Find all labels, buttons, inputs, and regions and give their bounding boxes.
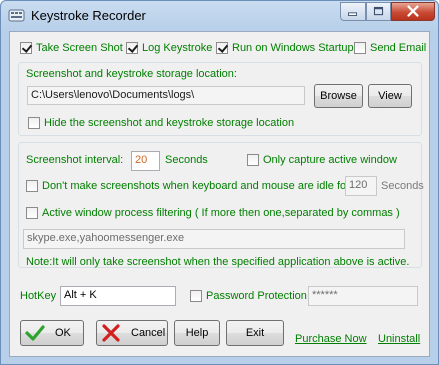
hide-location-label[interactable]: Hide the screenshot and keystroke storag… — [44, 117, 294, 129]
cancel-button-label: Cancel — [131, 327, 166, 339]
hide-location-checkbox[interactable] — [28, 117, 40, 129]
storage-path-field[interactable]: C:\Users\lenovo\Documents\logs\ — [27, 86, 305, 105]
active-window-checkbox[interactable] — [247, 154, 259, 166]
app-window: Keystroke Recorder Take Screen Shot Log … — [0, 0, 439, 365]
exit-button[interactable]: Exit — [226, 320, 284, 346]
red-x-icon — [102, 324, 120, 342]
run-on-startup-label[interactable]: Run on Windows Startup — [232, 42, 354, 54]
cancel-button[interactable]: Cancel — [96, 320, 168, 346]
storage-group: Screenshot and keystroke storage locatio… — [18, 62, 422, 136]
take-screenshot-label[interactable]: Take Screen Shot — [36, 42, 123, 54]
idle-checkbox[interactable] — [26, 180, 38, 192]
ok-button-label: OK — [55, 327, 71, 339]
password-input[interactable]: ****** — [308, 286, 418, 306]
maximize-icon — [373, 6, 384, 16]
process-filter-input[interactable]: skype.exe,yahoomessenger.exe — [23, 229, 405, 249]
send-email-label[interactable]: Send Email — [370, 42, 426, 54]
idle-seconds-label: Seconds — [381, 180, 424, 192]
browse-button[interactable]: Browse — [314, 84, 363, 108]
purchase-now-link[interactable]: Purchase Now — [295, 333, 367, 345]
storage-location-label: Screenshot and keystroke storage locatio… — [26, 68, 237, 80]
minimize-icon — [348, 12, 358, 16]
help-button[interactable]: Help — [174, 320, 220, 346]
close-button[interactable] — [391, 2, 435, 21]
idle-seconds-input[interactable]: 120 — [345, 176, 377, 196]
screenshot-interval-label: Screenshot interval: — [26, 154, 124, 166]
take-screenshot-checkbox[interactable] — [20, 42, 32, 54]
process-filter-label[interactable]: Active window process filtering ( If mor… — [42, 207, 400, 219]
filter-note: Note:It will only take screenshot when t… — [26, 256, 410, 268]
minimize-button[interactable] — [340, 2, 366, 21]
password-protection-checkbox[interactable] — [190, 290, 202, 302]
title-bar[interactable]: Keystroke Recorder — [1, 1, 438, 31]
maximize-button[interactable] — [366, 2, 391, 21]
password-protection-label[interactable]: Password Protection — [206, 290, 307, 302]
active-window-label[interactable]: Only capture active window — [263, 154, 397, 166]
ok-button[interactable]: OK — [20, 320, 84, 346]
close-icon — [407, 5, 419, 17]
process-filter-checkbox[interactable] — [26, 207, 38, 219]
screenshot-interval-input[interactable]: 20 — [131, 151, 160, 171]
idle-label[interactable]: Don't make screenshots when keyboard and… — [42, 180, 350, 192]
run-on-startup-checkbox[interactable] — [216, 42, 228, 54]
hotkey-label: HotKey — [20, 290, 57, 302]
hotkey-input[interactable]: Alt + K — [60, 286, 176, 306]
window-title: Keystroke Recorder — [31, 8, 146, 23]
send-email-checkbox[interactable] — [354, 42, 366, 54]
view-button[interactable]: View — [368, 84, 412, 108]
interval-seconds-label: Seconds — [165, 154, 208, 166]
keyboard-icon — [8, 9, 25, 22]
checkmark-icon — [25, 325, 45, 341]
screenshot-settings-group: Screenshot interval: 20 Seconds Only cap… — [18, 142, 424, 268]
log-keystroke-label[interactable]: Log Keystroke — [142, 42, 212, 54]
dialog-body: Take Screen Shot Log Keystroke Run on Wi… — [9, 31, 430, 357]
log-keystroke-checkbox[interactable] — [126, 42, 138, 54]
uninstall-link[interactable]: Uninstall — [378, 333, 420, 345]
